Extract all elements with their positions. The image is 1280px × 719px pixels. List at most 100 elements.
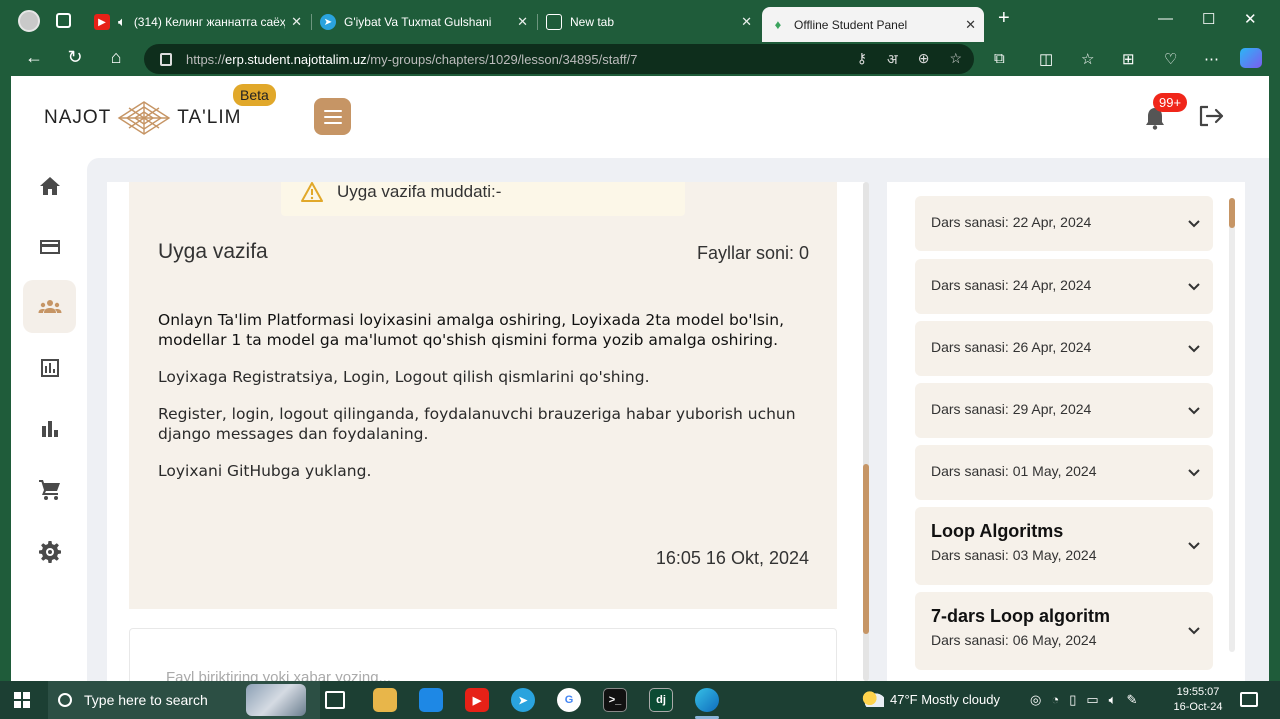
sidebar-item-statistics[interactable] <box>23 402 76 455</box>
battery-icon[interactable]: ▭ <box>1086 692 1098 708</box>
copilot-icon[interactable] <box>1240 48 1262 68</box>
performance-icon[interactable]: ♡ <box>1164 50 1177 68</box>
menu-line <box>323 121 342 124</box>
lesson-item[interactable]: Dars sanasi: 24 Apr, 2024 <box>915 259 1213 314</box>
browser-tab-bar: ▶ 🔈︎ (314) Келинг жаннатга саёҳ ✕ ➤ G'iy… <box>0 0 1280 42</box>
close-tab-icon[interactable]: ✕ <box>291 14 302 30</box>
lock-icon[interactable] <box>160 52 172 66</box>
app-header: NAJOT TA'LIM Beta 99+ <box>11 76 1269 158</box>
tab-title: (314) Келинг жаннатга саёҳ <box>133 15 286 29</box>
notification-center-icon[interactable] <box>1240 692 1258 707</box>
url-protocol: https:// <box>186 51 226 67</box>
lesson-date: Dars sanasi: 22 Apr, 2024 <box>931 214 1092 230</box>
home-browser-icon[interactable]: ⌂ <box>104 47 128 68</box>
split-screen-icon[interactable]: ◫ <box>1039 50 1053 68</box>
windows-start-icon[interactable] <box>14 692 30 708</box>
lesson-date: Dars sanasi: 26 Apr, 2024 <box>931 339 1092 355</box>
comment-input[interactable]: Fayl biriktiring yoki xabar yozing... <box>129 628 837 681</box>
youtube-app-icon[interactable]: ▶ <box>465 688 489 712</box>
youtube-icon: ▶ <box>94 14 110 30</box>
sidebar-item-reports[interactable] <box>23 341 76 394</box>
card-icon <box>39 239 60 254</box>
sidebar-item-shop[interactable] <box>23 463 76 516</box>
terminal-icon[interactable]: >_ <box>603 688 627 712</box>
lesson-name: 7-dars Loop algoritm <box>931 606 1111 626</box>
groups-icon <box>38 299 61 313</box>
profile-avatar[interactable] <box>18 10 40 32</box>
task-view-icon[interactable] <box>325 691 345 709</box>
logo-text-right: TA'LIM <box>177 107 242 128</box>
favorite-star-icon[interactable]: ☆ <box>949 50 962 69</box>
lesson-item[interactable]: Dars sanasi: 29 Apr, 2024 <box>915 383 1213 438</box>
start-tile <box>23 692 30 699</box>
volume-icon[interactable]: 🔈︎ <box>1109 692 1117 708</box>
reload-icon[interactable]: ↻ <box>63 47 87 68</box>
lesson-item[interactable]: 7-dars Loop algoritm Dars sanasi: 06 May… <box>915 592 1213 670</box>
page-viewport: NAJOT TA'LIM Beta 99+ Uyga vazifa Faylla… <box>11 76 1269 681</box>
network-icon[interactable]: ◔ <box>1051 692 1059 708</box>
file-explorer-icon[interactable] <box>373 688 397 712</box>
close-tab-icon[interactable]: ✕ <box>965 17 976 33</box>
weather-widget[interactable]: 47°F Mostly cloudy <box>862 691 1000 707</box>
sidebar-item-home[interactable] <box>23 159 76 212</box>
sidebar-item-groups[interactable] <box>23 280 76 333</box>
edge-icon[interactable] <box>695 688 719 712</box>
clock-time: 19:55:07 <box>1176 686 1220 698</box>
browser-tab-youtube[interactable]: ▶ 🔈︎ (314) Келинг жаннатга саёҳ ✕ <box>86 7 310 37</box>
scrollbar-thumb[interactable] <box>863 464 869 634</box>
zoom-icon[interactable]: ⊕ <box>918 50 930 69</box>
start-tile <box>23 701 30 708</box>
notification-count-badge: 99+ <box>1153 93 1188 112</box>
speaker-icon[interactable]: 🔈︎ <box>118 14 126 30</box>
najot-talim-logo[interactable]: NAJOT TA'LIM <box>44 98 241 138</box>
lesson-item[interactable]: Dars sanasi: 01 May, 2024 <box>915 445 1213 500</box>
url-field[interactable]: https://erp.student.najottalim.uz/my-gro… <box>144 44 974 74</box>
files-count: Fayllar soni: 0 <box>696 243 809 263</box>
maximize-icon[interactable]: ☐ <box>1202 10 1215 28</box>
logout-icon[interactable] <box>1197 104 1225 128</box>
address-toolbar: ← ↻ ⌂ https://erp.student.najottalim.uz /… <box>0 42 1280 76</box>
translate-icon[interactable]: अ <box>887 50 898 69</box>
more-icon[interactable]: ⋯ <box>1204 50 1219 68</box>
new-tab-icon[interactable]: + <box>998 7 1010 30</box>
taskbar-search[interactable]: Type here to search <box>48 681 320 719</box>
pycharm-icon[interactable]: dj <box>649 688 673 712</box>
homework-scrollbar[interactable] <box>863 182 869 681</box>
hamburger-menu-button[interactable] <box>314 98 351 135</box>
lesson-item[interactable]: Dars sanasi: 22 Apr, 2024 <box>915 196 1213 251</box>
pen-icon[interactable]: ✎ <box>1126 692 1137 708</box>
minimize-icon[interactable]: — <box>1158 10 1173 27</box>
collections-icon[interactable]: ⊞ <box>1122 50 1135 68</box>
browser-tab-active[interactable]: ♦ Offline Student Panel ✕ <box>762 7 984 42</box>
menu-line <box>323 115 342 118</box>
main-content: Uyga vazifa Fayllar soni: 0 Onlayn Ta'li… <box>87 158 1269 681</box>
sidebar-item-settings[interactable] <box>23 524 76 577</box>
back-icon[interactable]: ← <box>22 47 46 68</box>
scrollbar-thumb[interactable] <box>1229 198 1235 228</box>
browser-tab-telegram[interactable]: ➤ G'iybat Va Tuxmat Gulshani ✕ <box>312 7 536 37</box>
chrome-icon[interactable]: G <box>557 688 581 712</box>
homework-paragraph: Loyixani GitHubga yuklang. <box>158 462 372 480</box>
clock-date: 16-Oct-24 <box>1173 701 1223 713</box>
meet-icon[interactable]: ◎ <box>1030 692 1041 708</box>
telegram-app-icon[interactable]: ➤ <box>511 688 535 712</box>
favorites-icon[interactable]: ☆ <box>1081 50 1094 68</box>
tab-title: Offline Student Panel <box>794 17 908 32</box>
warning-icon <box>301 182 323 202</box>
tab-title: G'iybat Va Tuxmat Gulshani <box>344 15 492 29</box>
store-icon[interactable] <box>419 688 443 712</box>
lessons-scrollbar[interactable] <box>1229 198 1235 652</box>
usb-icon[interactable]: ▯ <box>1069 692 1076 708</box>
browser-tab-newtab[interactable]: New tab ✕ <box>538 7 760 37</box>
lesson-item[interactable]: Dars sanasi: 26 Apr, 2024 <box>915 321 1213 376</box>
system-clock[interactable]: 19:55:07 16-Oct-24 <box>1170 685 1226 715</box>
key-icon[interactable]: ⚷ <box>857 50 867 69</box>
close-window-icon[interactable]: ✕ <box>1244 10 1257 28</box>
sidebar-item-payments[interactable] <box>23 220 76 273</box>
extensions-icon[interactable]: ⧉ <box>994 50 1005 67</box>
tab-actions-icon[interactable] <box>56 13 71 28</box>
close-tab-icon[interactable]: ✕ <box>741 14 752 30</box>
lesson-item[interactable]: Loop Algoritms Dars sanasi: 03 May, 2024 <box>915 507 1213 585</box>
weather-text: 47°F Mostly cloudy <box>890 691 1000 707</box>
close-tab-icon[interactable]: ✕ <box>517 14 528 30</box>
